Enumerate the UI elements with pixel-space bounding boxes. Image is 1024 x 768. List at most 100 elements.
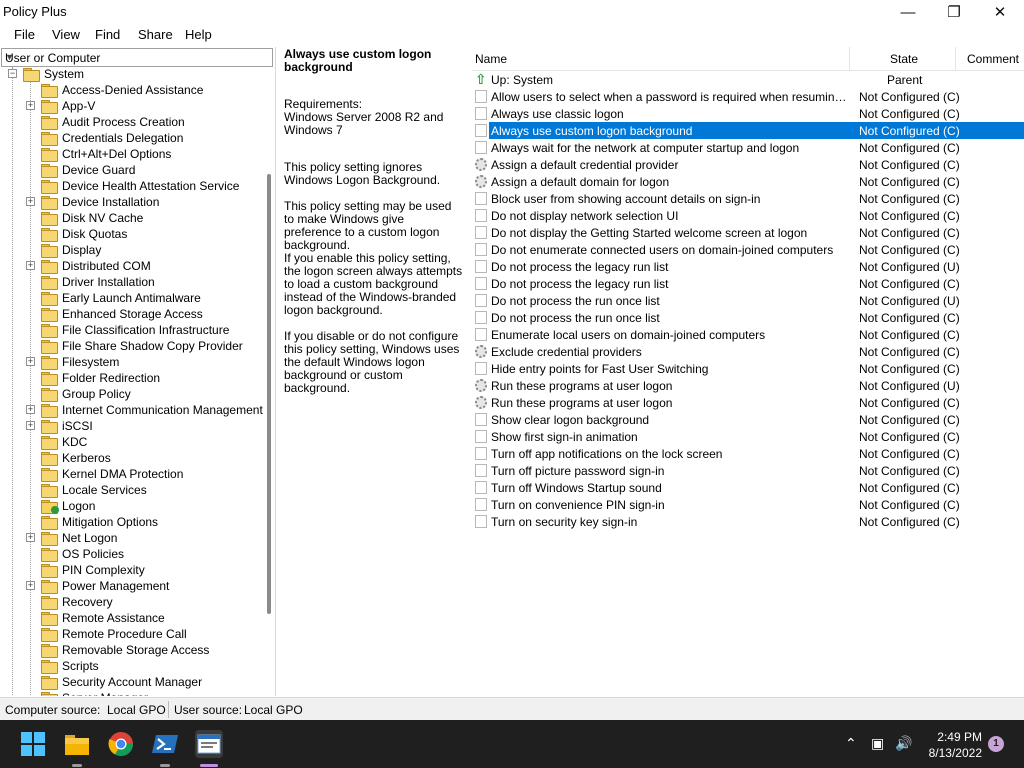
- tree-item[interactable]: Disk Quotas: [26, 226, 127, 242]
- clock[interactable]: 2:49 PM 8/13/2022: [926, 729, 982, 761]
- tree-item[interactable]: Kerberos: [26, 450, 111, 466]
- table-row[interactable]: Always use classic logon Not Configured (…: [472, 105, 1024, 122]
- column-header-name[interactable]: Name: [475, 52, 507, 66]
- tree-item[interactable]: File Classification Infrastructure: [26, 322, 229, 338]
- tree-item[interactable]: Remote Assistance: [26, 610, 165, 626]
- file-explorer-icon[interactable]: [63, 730, 91, 758]
- table-row[interactable]: Do not display the Getting Started welco…: [472, 224, 1024, 241]
- tree-item[interactable]: Access-Denied Assistance: [26, 82, 203, 98]
- table-row[interactable]: Assign a default domain for logon Not Con…: [472, 173, 1024, 190]
- tree-item[interactable]: Audit Process Creation: [26, 114, 185, 130]
- tree-item[interactable]: Security Account Manager: [26, 674, 202, 690]
- table-row[interactable]: Turn off Windows Startup sound Not Config…: [472, 479, 1024, 496]
- list-row-parent[interactable]: ⇧ Up: System Parent: [472, 71, 1024, 88]
- expand-icon[interactable]: +: [26, 197, 35, 206]
- table-row[interactable]: Always use custom logon background Not Co…: [472, 122, 1024, 139]
- tree-item[interactable]: Remote Procedure Call: [26, 626, 187, 642]
- policy-plus-icon[interactable]: [195, 730, 223, 758]
- tree-item[interactable]: Enhanced Storage Access: [26, 306, 203, 322]
- tree-item-system[interactable]: − System: [8, 67, 84, 82]
- tree-item[interactable]: KDC: [26, 434, 87, 450]
- menu-file[interactable]: File: [12, 27, 37, 42]
- minimize-button[interactable]: —: [885, 0, 931, 24]
- table-row[interactable]: Always wait for the network at computer …: [472, 139, 1024, 156]
- table-row[interactable]: Do not process the run once list Not Conf…: [472, 292, 1024, 309]
- table-row[interactable]: Block user from showing account details …: [472, 190, 1024, 207]
- tree-scrollbar[interactable]: [264, 67, 275, 696]
- table-row[interactable]: Do not process the legacy run list Not Co…: [472, 275, 1024, 292]
- tree-item[interactable]: Driver Installation: [26, 274, 155, 290]
- volume-icon[interactable]: 🔊: [895, 735, 912, 752]
- tree-item[interactable]: + Net Logon: [26, 530, 117, 546]
- tree-item[interactable]: + Distributed COM: [26, 258, 151, 274]
- chrome-icon[interactable]: [107, 730, 135, 758]
- windows-start-icon[interactable]: [19, 730, 47, 758]
- menu-help[interactable]: Help: [183, 27, 214, 42]
- table-row[interactable]: Assign a default credential provider Not …: [472, 156, 1024, 173]
- expand-icon[interactable]: +: [26, 533, 35, 542]
- chevron-up-icon[interactable]: ⌃: [845, 735, 857, 752]
- tree-item[interactable]: Kernel DMA Protection: [26, 466, 183, 482]
- tree-item[interactable]: Display: [26, 242, 101, 258]
- table-row[interactable]: Turn off picture password sign-in Not Con…: [472, 462, 1024, 479]
- table-row[interactable]: Do not process the legacy run list Not Co…: [472, 258, 1024, 275]
- close-button[interactable]: ✕: [977, 0, 1023, 24]
- expand-icon[interactable]: +: [26, 405, 35, 414]
- tree-item[interactable]: Group Policy: [26, 386, 131, 402]
- tree-item[interactable]: OS Policies: [26, 546, 124, 562]
- expand-icon[interactable]: +: [26, 581, 35, 590]
- notification-badge[interactable]: 1: [988, 736, 1004, 752]
- tree-item[interactable]: Folder Redirection: [26, 370, 160, 386]
- tree-item[interactable]: Ctrl+Alt+Del Options: [26, 146, 171, 162]
- tree-item[interactable]: + Device Installation: [26, 194, 159, 210]
- table-row[interactable]: Allow users to select when a password is…: [472, 88, 1024, 105]
- tree-item[interactable]: + iSCSI: [26, 418, 93, 434]
- table-row[interactable]: Do not display network selection UI Not C…: [472, 207, 1024, 224]
- tree-item[interactable]: PIN Complexity: [26, 562, 145, 578]
- table-row[interactable]: Show first sign-in animation Not Configur…: [472, 428, 1024, 445]
- table-row[interactable]: Turn off app notifications on the lock s…: [472, 445, 1024, 462]
- maximize-button[interactable]: ❐: [931, 0, 977, 24]
- tree-item[interactable]: + Internet Communication Management: [26, 402, 263, 418]
- tree-item[interactable]: Device Health Attestation Service: [26, 178, 239, 194]
- expand-icon[interactable]: +: [26, 421, 35, 430]
- tree-item[interactable]: File Share Shadow Copy Provider: [26, 338, 243, 354]
- tree-item[interactable]: Logon: [26, 498, 95, 514]
- table-row[interactable]: Run these programs at user logon Not Conf…: [472, 394, 1024, 411]
- menu-find[interactable]: Find: [93, 27, 122, 42]
- scope-dropdown[interactable]: User or Computer ▼: [1, 48, 273, 67]
- column-header-state[interactable]: State: [890, 52, 918, 66]
- table-row[interactable]: Run these programs at user logon Not Conf…: [472, 377, 1024, 394]
- tree-item[interactable]: Recovery: [26, 594, 113, 610]
- tree-item[interactable]: Disk NV Cache: [26, 210, 143, 226]
- tree-item[interactable]: Locale Services: [26, 482, 147, 498]
- tree-scrollbar-thumb[interactable]: [267, 174, 271, 614]
- tree-item[interactable]: Server Manager: [26, 690, 148, 696]
- tree-item[interactable]: + Power Management: [26, 578, 169, 594]
- collapse-icon[interactable]: −: [8, 69, 17, 78]
- tree-item[interactable]: Scripts: [26, 658, 99, 674]
- table-row[interactable]: Do not process the run once list Not Conf…: [472, 309, 1024, 326]
- menu-view[interactable]: View: [50, 27, 82, 42]
- tree-item[interactable]: Early Launch Antimalware: [26, 290, 201, 306]
- expand-icon[interactable]: +: [26, 101, 35, 110]
- tree-item[interactable]: + Filesystem: [26, 354, 119, 370]
- expand-icon[interactable]: +: [26, 261, 35, 270]
- tree-item[interactable]: Credentials Delegation: [26, 130, 183, 146]
- tree-item[interactable]: + App-V: [26, 98, 95, 114]
- tree-item[interactable]: Removable Storage Access: [26, 642, 209, 658]
- column-header-comment[interactable]: Comment: [967, 52, 1019, 66]
- table-row[interactable]: Show clear logon background Not Configure…: [472, 411, 1024, 428]
- table-row[interactable]: Exclude credential providers Not Configur…: [472, 343, 1024, 360]
- tree-item[interactable]: Mitigation Options: [26, 514, 158, 530]
- powershell-icon[interactable]: [151, 730, 179, 758]
- expand-icon[interactable]: +: [26, 357, 35, 366]
- network-icon[interactable]: ▣: [871, 735, 884, 752]
- table-row[interactable]: Do not enumerate connected users on doma…: [472, 241, 1024, 258]
- menu-share[interactable]: Share: [136, 27, 175, 42]
- table-row[interactable]: Hide entry points for Fast User Switchin…: [472, 360, 1024, 377]
- table-row[interactable]: Enumerate local users on domain-joined c…: [472, 326, 1024, 343]
- table-row[interactable]: Turn on security key sign-in Not Configur…: [472, 513, 1024, 530]
- table-row[interactable]: Turn on convenience PIN sign-in Not Confi…: [472, 496, 1024, 513]
- tree-item[interactable]: Device Guard: [26, 162, 135, 178]
